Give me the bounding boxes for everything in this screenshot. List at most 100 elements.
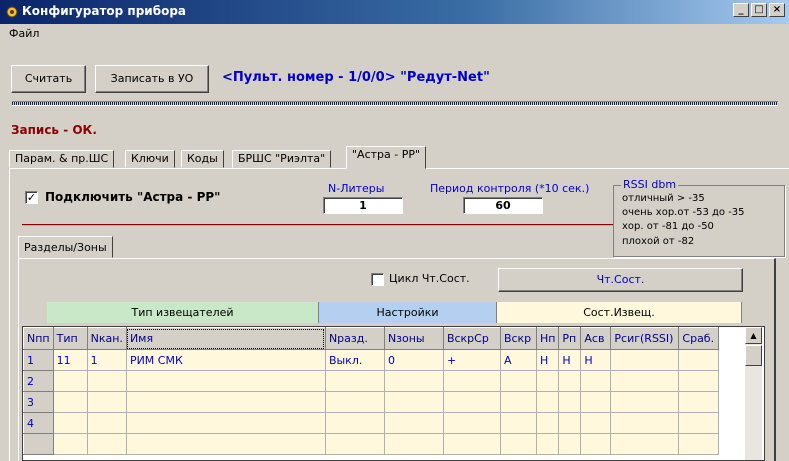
nliter-field[interactable]: 1 (323, 197, 403, 214)
cell-tamper[interactable] (499, 370, 537, 392)
table-row[interactable]: 3 (23, 391, 720, 413)
cell-rp[interactable] (558, 370, 582, 392)
cell-type[interactable] (52, 370, 88, 392)
cell-npp[interactable]: 1 (23, 349, 54, 371)
tab-params[interactable]: Парам. & пр.ШС (9, 150, 115, 168)
cell-nchannel[interactable]: 1 (86, 349, 127, 371)
cell-nsection[interactable]: Выкл. (324, 349, 385, 371)
cell-np[interactable] (535, 412, 560, 434)
cell-nzone[interactable] (383, 391, 444, 413)
cell-npp[interactable]: 4 (23, 412, 54, 434)
cell-nzone[interactable] (383, 433, 444, 455)
cell-name[interactable]: РИМ СМК (125, 349, 326, 371)
cell-name[interactable] (125, 433, 326, 455)
cell-nsection[interactable] (324, 412, 385, 434)
cell-type[interactable] (52, 433, 88, 455)
cell-tamper-avg[interactable]: + (442, 349, 501, 371)
column-header-asv[interactable]: Асв (580, 327, 612, 350)
scrollbar-thumb[interactable] (745, 345, 762, 366)
cell-nzone[interactable] (383, 370, 444, 392)
cell-rp[interactable] (558, 433, 582, 455)
cell-nchannel[interactable] (86, 370, 127, 392)
cell-name[interactable] (125, 370, 326, 392)
cell-type[interactable] (52, 412, 88, 434)
column-header-tamper-avg[interactable]: ВскрСр (442, 327, 501, 350)
cell-asv[interactable] (580, 391, 612, 413)
cell-nsection[interactable] (324, 370, 385, 392)
table-scrollbar[interactable]: ▲ (745, 327, 762, 460)
cell-tamper-avg[interactable] (442, 391, 501, 413)
cell-tamper[interactable] (499, 433, 537, 455)
column-header-type[interactable]: Тип (52, 327, 88, 350)
cell-asv[interactable]: Н (580, 349, 612, 371)
cell-name[interactable] (125, 412, 326, 434)
minimize-button[interactable]: _ (733, 3, 749, 17)
cell-triggered[interactable] (678, 433, 720, 455)
connect-checkbox[interactable]: ✓ (25, 191, 38, 204)
cell-type[interactable] (52, 391, 88, 413)
cell-rp[interactable] (558, 412, 582, 434)
cell-rssi[interactable] (610, 412, 680, 434)
cell-rp[interactable]: Н (558, 349, 582, 371)
cell-nzone[interactable] (383, 412, 444, 434)
cell-nchannel[interactable] (86, 391, 127, 413)
cell-rp[interactable] (558, 391, 582, 413)
table-row[interactable]: 1 11 1 РИМ СМК Выкл. 0 + А Н Н Н (23, 349, 720, 371)
cell-nchannel[interactable] (86, 433, 127, 455)
tab-brshs[interactable]: БРШС "Риэлта" (232, 150, 332, 168)
cell-tamper[interactable]: А (499, 349, 537, 371)
cell-np[interactable] (535, 370, 560, 392)
close-button[interactable]: × (769, 3, 785, 17)
cell-npp[interactable]: 3 (23, 391, 54, 413)
cell-npp[interactable] (23, 433, 54, 455)
cell-name[interactable] (125, 391, 326, 413)
cell-tamper[interactable] (499, 391, 537, 413)
cell-rssi[interactable] (610, 433, 680, 455)
cell-tamper[interactable] (499, 412, 537, 434)
cycle-read-checkbox[interactable] (371, 273, 384, 286)
cell-nsection[interactable] (324, 433, 385, 455)
cell-np[interactable]: Н (535, 349, 560, 371)
cell-rssi[interactable] (610, 349, 680, 371)
column-header-nzone[interactable]: Nзоны (383, 327, 444, 350)
read-state-button[interactable]: Чт.Сост. (498, 268, 743, 292)
cell-rssi[interactable] (610, 370, 680, 392)
write-button[interactable]: Записать в УО (95, 65, 209, 93)
cell-nzone[interactable]: 0 (383, 349, 444, 371)
cell-triggered[interactable] (678, 370, 720, 392)
cell-asv[interactable] (580, 412, 612, 434)
table-row[interactable]: 2 (23, 370, 720, 392)
table-row[interactable] (23, 433, 720, 455)
column-header-name[interactable]: Имя (125, 327, 326, 350)
menu-file[interactable]: Файл (9, 27, 39, 40)
column-header-triggered[interactable]: Сраб. (678, 327, 720, 350)
cell-tamper-avg[interactable] (442, 433, 501, 455)
tab-codes[interactable]: Коды (181, 150, 224, 168)
cell-nchannel[interactable] (86, 412, 127, 434)
cell-type[interactable]: 11 (52, 349, 88, 371)
cell-tamper-avg[interactable] (442, 370, 501, 392)
column-header-npp[interactable]: Nпп (23, 327, 54, 350)
read-button[interactable]: Считать (11, 65, 86, 93)
column-header-rssi[interactable]: Рсиг(RSSI) (610, 327, 680, 350)
cell-asv[interactable] (580, 370, 612, 392)
column-header-rp[interactable]: Рп (558, 327, 582, 350)
cell-np[interactable] (535, 391, 560, 413)
cell-triggered[interactable] (678, 391, 720, 413)
column-header-nsection[interactable]: Nразд. (324, 327, 385, 350)
cell-rssi[interactable] (610, 391, 680, 413)
tab-astra[interactable]: "Астра - РР" (346, 146, 427, 169)
tab-sections-zones[interactable]: Разделы/Зоны (18, 236, 113, 258)
column-header-nchannel[interactable]: Nкан. (86, 327, 127, 350)
cell-np[interactable] (535, 433, 560, 455)
table-row[interactable]: 4 (23, 412, 720, 434)
maximize-button[interactable]: □ (751, 3, 767, 17)
tab-keys[interactable]: Ключи (125, 150, 175, 168)
cell-asv[interactable] (580, 433, 612, 455)
cell-tamper-avg[interactable] (442, 412, 501, 434)
cell-triggered[interactable] (678, 412, 720, 434)
arrow-up-icon[interactable]: ▲ (745, 327, 762, 344)
column-header-tamper[interactable]: Вскр (499, 327, 537, 350)
cell-triggered[interactable] (678, 349, 720, 371)
period-field[interactable]: 60 (463, 197, 543, 214)
